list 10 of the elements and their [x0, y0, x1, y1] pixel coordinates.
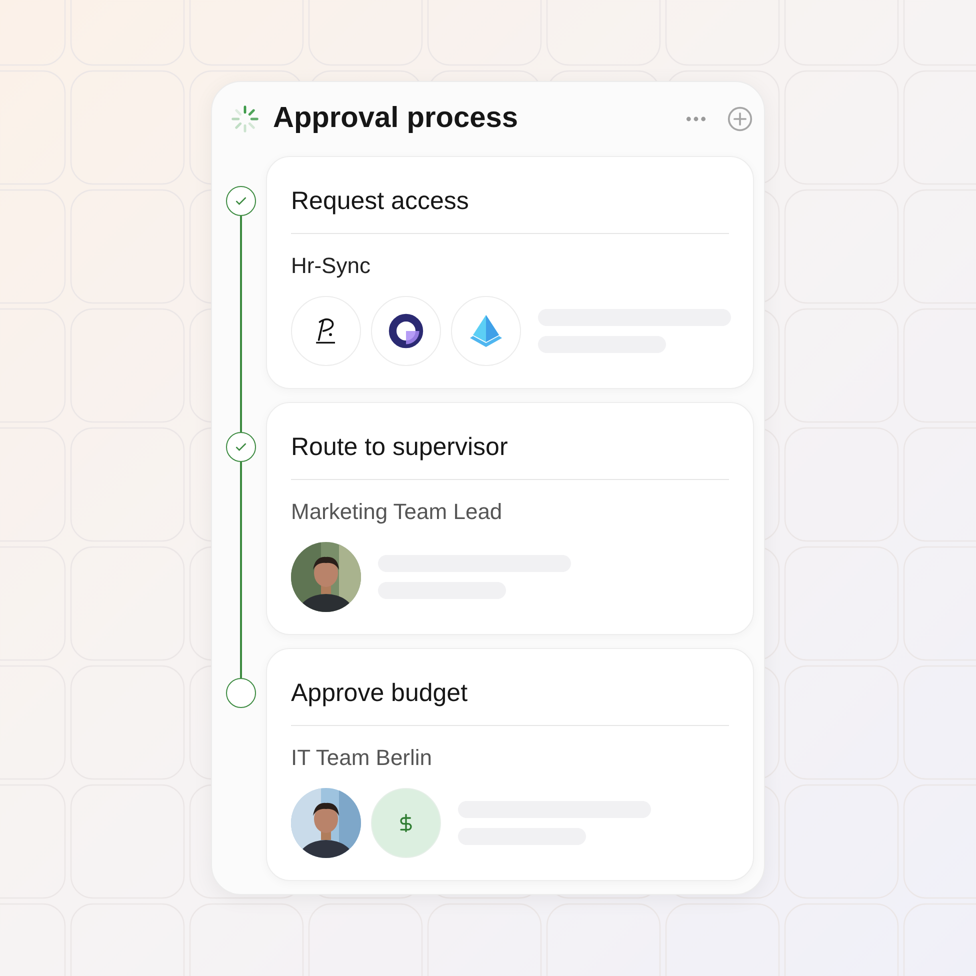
add-icon[interactable]	[727, 106, 753, 132]
panel-title: Approval process	[273, 101, 518, 136]
step-subtitle: Marketing Team Lead	[291, 498, 504, 526]
step-title: Route to supervisor	[291, 431, 729, 480]
step-subtitle: Hr-Sync	[291, 252, 372, 280]
step-subtitle: IT Team Berlin	[291, 744, 434, 772]
step-title: Approve budget	[291, 677, 729, 726]
step-title: Request access	[291, 185, 729, 234]
loading-icon	[230, 104, 260, 134]
more-icon[interactable]	[685, 115, 707, 123]
